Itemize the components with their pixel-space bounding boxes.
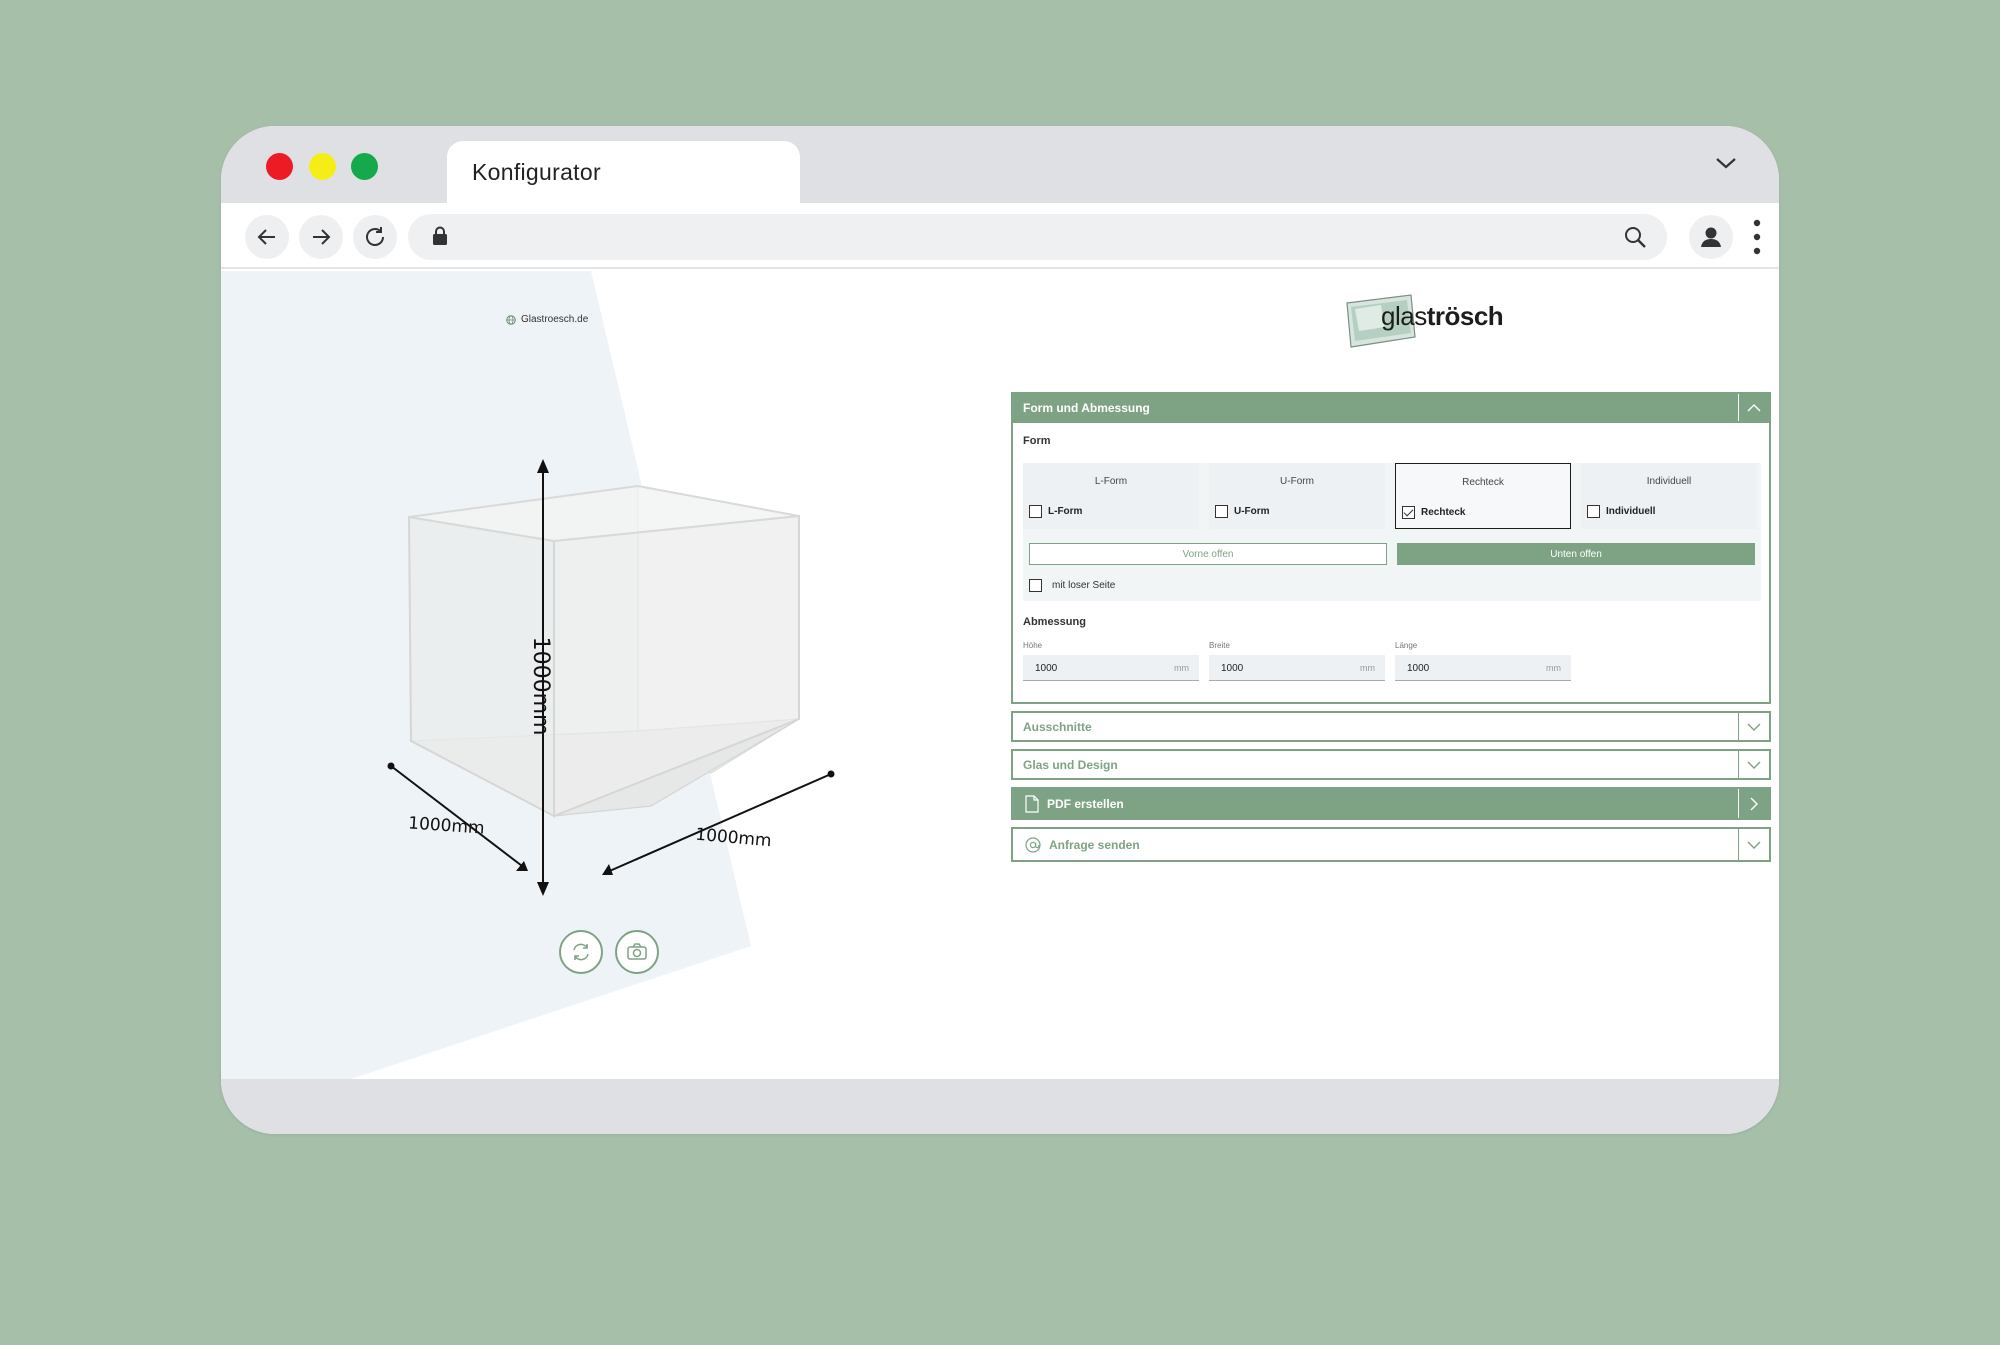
shape-caption: Rechteck <box>1462 477 1504 488</box>
logo-wordmark: glaströsch <box>1381 301 1504 332</box>
chevron-down-icon[interactable] <box>1738 829 1769 860</box>
shape-caption: L-Form <box>1094 476 1128 487</box>
front-open-button[interactable]: Vorne offen <box>1029 543 1387 565</box>
accordion-form-header[interactable]: Form und Abmessung <box>1011 392 1771 423</box>
shape-caption: Individuell <box>1646 476 1692 487</box>
width-field-label: Breite <box>1209 641 1230 650</box>
dimension-section-label: Abmessung <box>1023 616 1086 628</box>
height-field: Höhe 1000 mm <box>1023 641 1199 681</box>
refresh-icon <box>573 943 589 961</box>
accordion-cutouts-header[interactable]: Ausschnitte <box>1011 711 1771 742</box>
height-input[interactable]: 1000 mm <box>1023 655 1199 681</box>
width-dimension-label: 1000mm <box>695 825 773 852</box>
accordion-request-title: Anfrage senden <box>1049 837 1140 852</box>
height-unit: mm <box>1174 663 1189 673</box>
browser-window: Konfigurator Glastroesch.de 1000mm 1000m… <box>221 126 1779 1134</box>
width-unit: mm <box>1360 663 1375 673</box>
shape-check-label: L-Form <box>1048 506 1083 517</box>
bottom-open-button[interactable]: Unten offen <box>1397 543 1755 565</box>
tab-strip: Konfigurator <box>221 126 1779 203</box>
chevron-down-icon[interactable] <box>1738 751 1769 778</box>
shape-card-u-form[interactable]: U-Form U-Form <box>1209 463 1385 529</box>
search-icon[interactable] <box>1623 225 1647 249</box>
l-form-checkbox[interactable] <box>1029 505 1042 518</box>
window-bottom-bar <box>221 1079 1779 1134</box>
reload-icon <box>366 227 384 246</box>
length-unit: mm <box>1546 663 1561 673</box>
accordion-request-header[interactable]: Anfrage senden <box>1011 827 1771 862</box>
address-bar[interactable] <box>408 214 1667 260</box>
site-link-label: Glastroesch.de <box>521 314 589 325</box>
chevron-right-icon[interactable] <box>1738 789 1769 818</box>
reload-button[interactable] <box>353 215 397 259</box>
height-field-label: Höhe <box>1023 641 1043 650</box>
width-field: Breite 1000 mm <box>1209 641 1385 681</box>
camera-icon <box>627 943 647 960</box>
depth-dimension-label: 1000mm <box>408 813 486 838</box>
loose-side-checkbox[interactable] <box>1029 579 1042 592</box>
chevron-down-icon[interactable] <box>1738 713 1769 740</box>
shape-check-label: Individuell <box>1606 506 1656 517</box>
configurator-panel: Form und Abmessung Form L-Form L-Form U-… <box>1011 392 1771 862</box>
rotate-view-button[interactable] <box>559 930 603 974</box>
screenshot-button[interactable] <box>615 930 659 974</box>
3d-preview-canvas[interactable]: 1000mm 1000mm 1000mm <box>371 431 891 921</box>
loose-side-label: mit loser Seite <box>1052 580 1116 591</box>
logo-text-part1: glas <box>1381 301 1427 331</box>
shape-card-l-form[interactable]: L-Form L-Form <box>1023 463 1199 529</box>
user-icon <box>1701 227 1721 247</box>
more-menu-icon[interactable] <box>1751 217 1763 257</box>
length-input[interactable]: 1000 mm <box>1395 655 1571 681</box>
height-value: 1000 <box>1035 663 1058 674</box>
accordion-form-body: Form L-Form L-Form U-Form U-Form Rechtec… <box>1011 423 1771 704</box>
shape-caption: U-Form <box>1280 476 1314 487</box>
loose-side-option[interactable]: mit loser Seite <box>1029 579 1115 592</box>
u-form-checkbox[interactable] <box>1215 505 1228 518</box>
profile-button[interactable] <box>1689 215 1733 259</box>
browser-toolbar <box>221 203 1779 269</box>
close-window-button[interactable] <box>266 153 293 180</box>
pdf-create-button[interactable]: PDF erstellen <box>1011 787 1771 820</box>
height-dimension-label: 1000mm <box>528 637 553 736</box>
tab-konfigurator[interactable]: Konfigurator <box>447 141 800 203</box>
logo-text-part2: trösch <box>1426 301 1504 331</box>
chevron-down-icon[interactable] <box>1713 150 1739 176</box>
accordion-glass-header[interactable]: Glas und Design <box>1011 749 1771 780</box>
shape-check-label: Rechteck <box>1421 507 1466 518</box>
lock-icon <box>433 226 447 245</box>
rechteck-checkbox[interactable] <box>1402 506 1415 519</box>
minimize-window-button[interactable] <box>309 153 336 180</box>
accordion-glass-title: Glas und Design <box>1023 757 1118 772</box>
length-field: Länge 1000 mm <box>1395 641 1571 681</box>
maximize-window-button[interactable] <box>351 153 378 180</box>
width-value: 1000 <box>1221 663 1244 674</box>
width-input[interactable]: 1000 mm <box>1209 655 1385 681</box>
individuell-checkbox[interactable] <box>1587 505 1600 518</box>
chevron-up-icon[interactable] <box>1738 394 1769 421</box>
shape-check-label: U-Form <box>1234 506 1270 517</box>
shape-card-individuell[interactable]: Individuell Individuell <box>1581 463 1757 529</box>
glastroesch-logo: glaströsch <box>1341 291 1511 353</box>
page-content: Glastroesch.de 1000mm 1000mm 1000mm glas… <box>221 271 1779 1079</box>
pdf-create-label: PDF erstellen <box>1047 796 1124 811</box>
tab-title: Konfigurator <box>472 159 601 185</box>
accordion-form-title: Form und Abmessung <box>1023 400 1150 415</box>
length-value: 1000 <box>1407 663 1430 674</box>
site-link[interactable]: Glastroesch.de <box>506 314 588 325</box>
arrow-right-icon <box>313 229 331 245</box>
arrow-left-icon <box>257 229 275 245</box>
accordion-cutouts-title: Ausschnitte <box>1023 719 1092 734</box>
shape-card-rechteck[interactable]: Rechteck Rechteck <box>1395 463 1571 529</box>
form-section-label: Form <box>1023 435 1051 447</box>
forward-button[interactable] <box>299 215 343 259</box>
length-field-label: Länge <box>1395 641 1418 650</box>
globe-icon <box>506 314 516 325</box>
back-button[interactable] <box>245 215 289 259</box>
